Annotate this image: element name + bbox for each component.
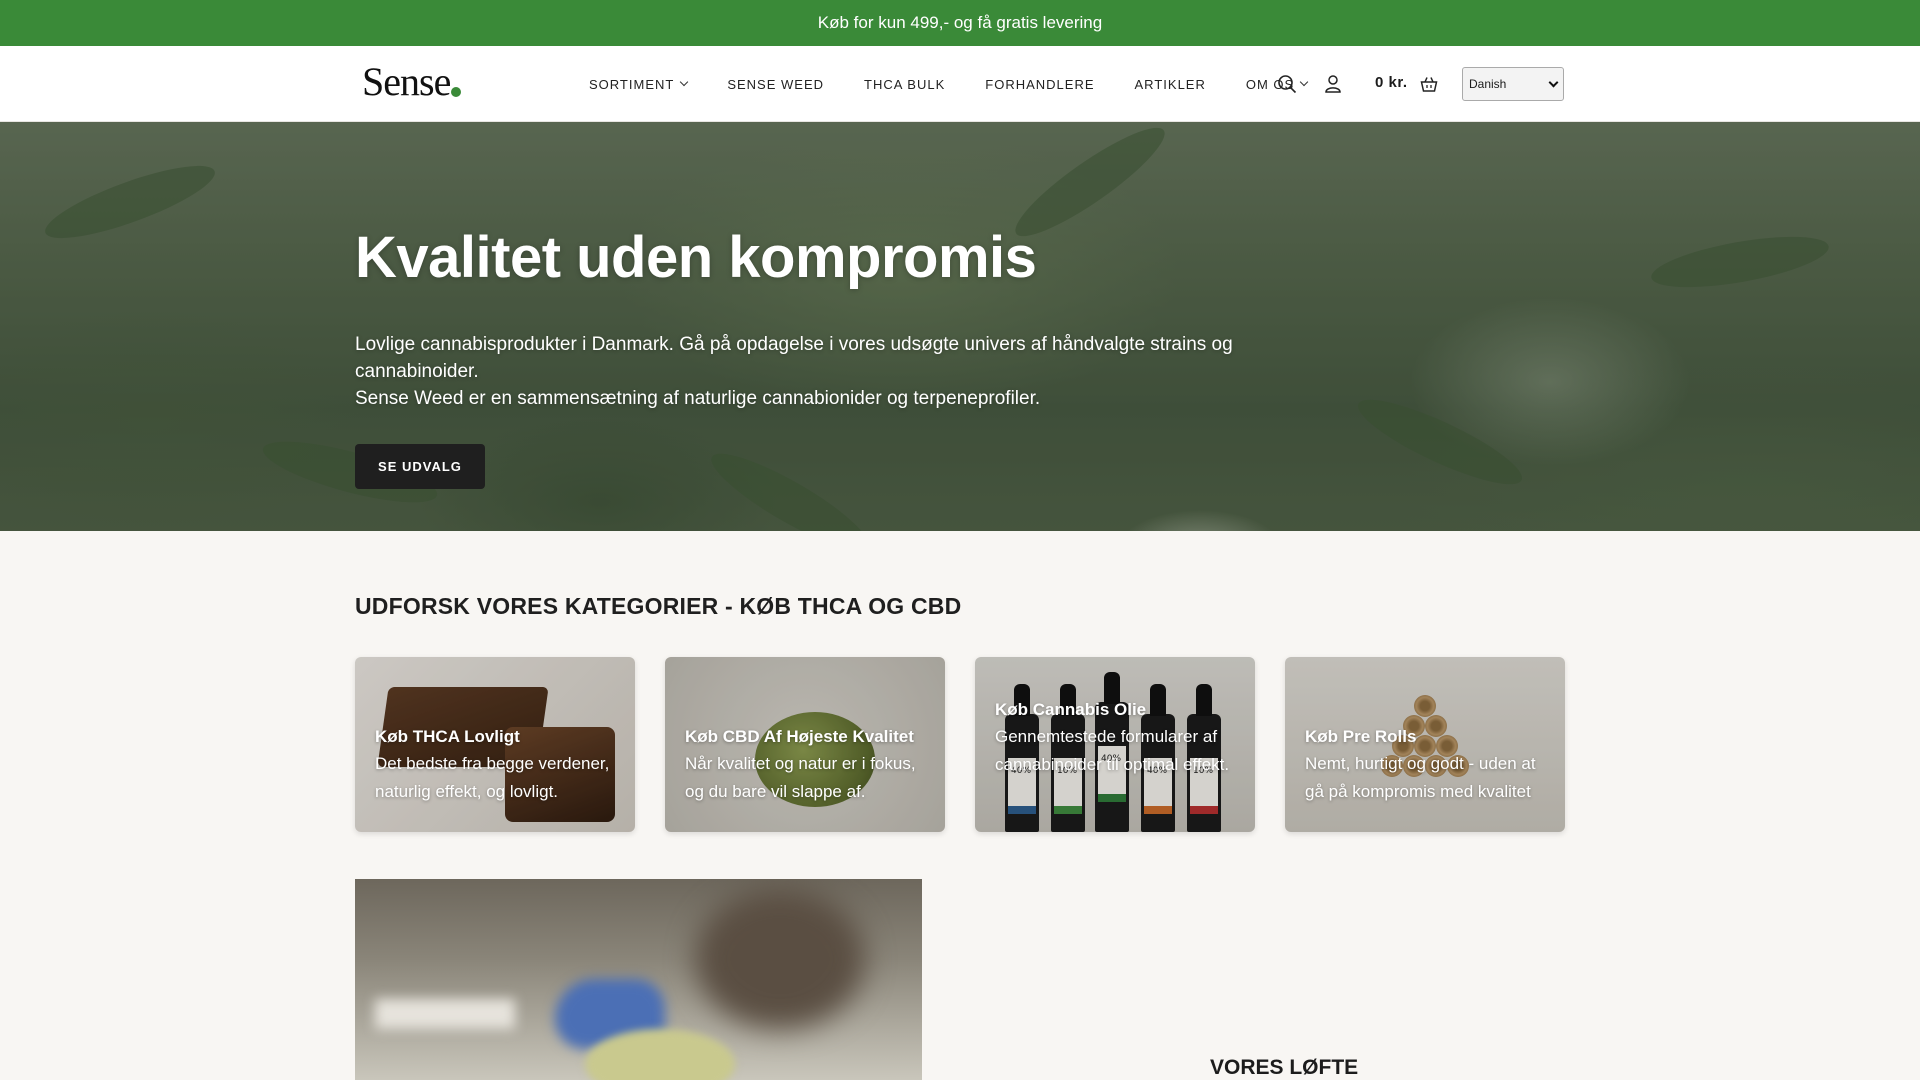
hero-banner: Kvalitet uden kompromis Lovlige cannabis… bbox=[0, 122, 1920, 531]
promise-heading: VORES LØFTE bbox=[1210, 1056, 1359, 1079]
category-card-pre-rolls[interactable]: Køb Pre Rolls Nemt, hurtigt og godt - ud… bbox=[1285, 657, 1565, 832]
chevron-down-icon bbox=[1548, 77, 1559, 87]
photo-blur-shape bbox=[375, 999, 515, 1029]
grower-photo bbox=[355, 879, 922, 1080]
categories-heading: UDFORSK VORES KATEGORIER - KØB THCA OG C… bbox=[355, 593, 962, 619]
cart-icon[interactable] bbox=[1420, 75, 1438, 93]
see-selection-button[interactable]: SE UDVALG bbox=[355, 444, 485, 489]
card-description: Nemt, hurtigt og godt - uden at gå på ko… bbox=[1305, 754, 1536, 801]
nav-item-forhandlere[interactable]: FORHANDLERE bbox=[985, 77, 1094, 92]
card-text: Køb THCA Lovligt Det bedste fra begge ve… bbox=[375, 727, 621, 806]
announcement-bar: Køb for kun 499,- og få gratis levering bbox=[0, 0, 1920, 46]
hero-overlay bbox=[0, 122, 1920, 531]
card-text: Køb CBD Af Højeste Kvalitet Når kvalitet… bbox=[685, 727, 931, 806]
card-description: Gennemtestede formularer af cannabinoide… bbox=[995, 727, 1230, 774]
language-value: Danish bbox=[1469, 77, 1507, 91]
chevron-down-icon bbox=[1299, 77, 1309, 87]
card-text: Køb Pre Rolls Nemt, hurtigt og godt - ud… bbox=[1305, 727, 1551, 806]
card-title: Køb CBD Af Højeste Kvalitet bbox=[685, 727, 914, 746]
category-cards: Køb THCA Lovligt Det bedste fra begge ve… bbox=[355, 657, 1565, 832]
card-title: Køb Pre Rolls bbox=[1305, 727, 1417, 746]
card-description: Det bedste fra begge verdener, naturlig … bbox=[375, 754, 610, 801]
logo-dot bbox=[451, 87, 462, 97]
site-header: Sense SORTIMENT SENSE WEED THCA BULK FOR… bbox=[0, 46, 1920, 122]
nav-label: ARTIKLER bbox=[1134, 76, 1206, 92]
hero-subtitle: Lovlige cannabisprodukter i Danmark. Gå … bbox=[355, 331, 1355, 412]
nav-item-artikler[interactable]: ARTIKLER bbox=[1135, 77, 1206, 92]
hero-title: Kvalitet uden kompromis bbox=[355, 225, 1037, 290]
category-card-cbd[interactable]: Køb CBD Af Højeste Kvalitet Når kvalitet… bbox=[665, 657, 945, 832]
search-icon[interactable] bbox=[1277, 74, 1297, 94]
language-select[interactable]: Danish bbox=[1462, 67, 1564, 101]
user-icon[interactable] bbox=[1324, 74, 1342, 94]
hero-subtitle-line: Sense Weed er en sammensætning af naturl… bbox=[355, 388, 1041, 409]
card-text: Køb Cannabis Olie Gennemtestede formular… bbox=[995, 700, 1241, 779]
nav-label: THCA BULK bbox=[864, 76, 946, 92]
logo-text: Sense bbox=[362, 59, 451, 104]
category-card-thca[interactable]: Køb THCA Lovligt Det bedste fra begge ve… bbox=[355, 657, 635, 832]
nav-item-sortiment[interactable]: SORTIMENT bbox=[589, 76, 689, 92]
nav-label: SENSE WEED bbox=[727, 76, 825, 92]
card-description: Når kvalitet og natur er i fokus, og du … bbox=[685, 754, 916, 801]
cart-total[interactable]: 0 kr. bbox=[1375, 74, 1408, 91]
nav-label: FORHANDLERE bbox=[985, 76, 1095, 92]
hero-subtitle-line: Lovlige cannabisprodukter i Danmark. Gå … bbox=[355, 334, 1233, 382]
logo[interactable]: Sense bbox=[362, 59, 462, 104]
category-card-oil[interactable]: 40% 10% 40% 40% 10% Køb Cannabis Olie Ge… bbox=[975, 657, 1255, 832]
chevron-down-icon bbox=[680, 77, 689, 87]
nav-item-thca-bulk[interactable]: THCA BULK bbox=[864, 77, 945, 92]
card-title: Køb Cannabis Olie bbox=[995, 700, 1147, 719]
main-nav: SORTIMENT SENSE WEED THCA BULK FORHANDLE… bbox=[589, 46, 1347, 122]
nav-label: SORTIMENT bbox=[589, 76, 675, 92]
announcement-text: Køb for kun 499,- og få gratis levering bbox=[817, 13, 1103, 32]
card-title: Køb THCA Lovligt bbox=[375, 727, 520, 746]
nav-item-sense-weed[interactable]: SENSE WEED bbox=[727, 77, 824, 92]
photo-blur-shape bbox=[695, 889, 865, 1029]
